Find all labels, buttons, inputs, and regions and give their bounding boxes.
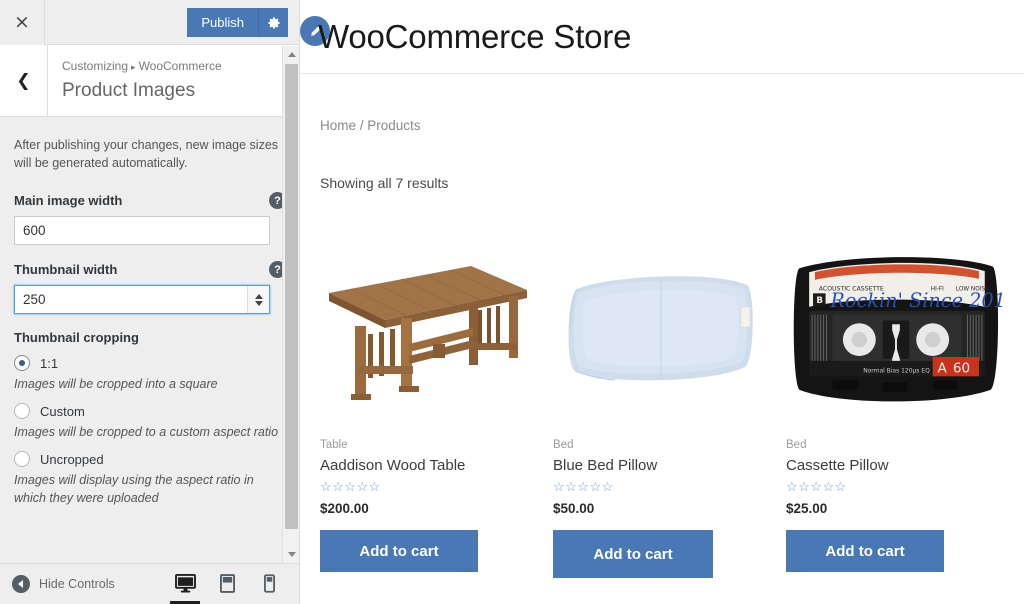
star-rating: ☆☆☆☆☆ [786,479,847,494]
publish-settings-button[interactable] [258,8,288,37]
breadcrumb-root[interactable]: Customizing [62,59,128,73]
gear-icon [267,16,280,29]
scroll-down-arrow-icon[interactable] [283,546,299,563]
product-card[interactable]: ACOUSTIC CASSETTE HI-FI LOW NOISE B Rock… [786,235,1024,578]
product-card[interactable]: Table Aaddison Wood Table ☆☆☆☆☆ $200.00 … [320,235,553,578]
radio-label: 1:1 [40,355,59,371]
sidebar-scrollbar[interactable] [282,46,299,563]
add-to-cart-button[interactable]: Add to cart [553,530,713,578]
device-tablet-button[interactable] [206,563,248,604]
cassette-side-label: B [816,296,823,306]
hide-controls-label: Hide Controls [39,577,115,591]
scroll-up-arrow-icon[interactable] [283,46,299,63]
customizer-sidebar: × Publish ❮ Customizing ▸ WooCommerce Pr… [0,0,300,604]
store-header: WooCommerce Store [300,0,1024,74]
site-title[interactable]: WooCommerce Store [318,18,631,56]
product-image[interactable]: ACOUSTIC CASSETTE HI-FI LOW NOISE B Rock… [786,235,1006,425]
panel-title-block: Customizing ▸ WooCommerce Product Images [48,45,222,116]
breadcrumb-separator-icon: ▸ [131,62,136,72]
mobile-icon [263,574,275,593]
publish-button[interactable]: Publish [187,8,258,37]
scrollbar-thumb[interactable] [285,64,298,529]
product-price: $25.00 [786,501,828,516]
device-preview-switcher [164,563,290,604]
cassette-tape-type: A [937,360,947,376]
product-name[interactable]: Blue Bed Pillow [553,457,768,474]
breadcrumb: Customizing ▸ WooCommerce [62,58,222,75]
radio-description: Images will be cropped to a custom aspec… [14,425,279,439]
product-grid: Table Aaddison Wood Table ☆☆☆☆☆ $200.00 … [320,235,1024,578]
back-button[interactable]: ❮ [0,45,48,116]
cassette-tape-length: 60 [953,360,970,376]
main-image-width-label: Main image width [14,193,123,208]
tablet-icon [219,574,235,593]
site-preview: WooCommerce Store Home / Products Showin… [300,0,1024,604]
product-category[interactable]: Table [320,439,535,451]
quantity-stepper[interactable] [247,286,269,313]
product-category[interactable]: Bed [553,439,768,451]
radio-label: Uncropped [40,451,104,467]
hide-controls-button[interactable]: Hide Controls [12,575,115,593]
breadcrumb-parent[interactable]: WooCommerce [139,59,222,73]
add-to-cart-button[interactable]: Add to cart [786,530,944,572]
radio-button[interactable] [14,451,30,467]
radio-button[interactable] [14,355,30,371]
customizer-footer: Hide Controls [0,563,299,604]
cassette-tape-pillow-icon: ACOUSTIC CASSETTE HI-FI LOW NOISE B Rock… [793,257,1006,402]
product-card[interactable]: Bed Blue Bed Pillow ☆☆☆☆☆ $50.00 Add to … [553,235,786,578]
radio-description: Images will display using the aspect rat… [14,473,254,505]
product-name[interactable]: Aaddison Wood Table [320,457,535,474]
wood-dining-table-icon [328,265,527,400]
thumbnail-width-label: Thumbnail width [14,262,118,277]
cassette-bottom-label: Normal Bias 120µs EQ [863,367,930,374]
stepper-up-icon[interactable] [254,293,263,299]
panel-body: After publishing your changes, new image… [0,118,299,563]
radio-label: Custom [40,403,85,419]
radio-button[interactable] [14,403,30,419]
product-name[interactable]: Cassette Pillow [786,457,1006,474]
radio-description: Images will be cropped into a square [14,377,218,391]
close-icon: × [14,11,30,33]
thumbnail-cropping-label: Thumbnail cropping [14,330,139,345]
shop-content: Home / Products Showing all 7 results Ta… [300,74,1024,578]
product-image[interactable] [320,235,535,425]
add-to-cart-button[interactable]: Add to cart [320,530,478,572]
publish-button-group: Publish [187,8,288,37]
thumbnail-width-label-row: Thumbnail width ? [14,261,286,278]
radio-option-custom[interactable]: Custom [14,403,286,419]
page-title: Product Images [62,80,196,101]
stepper-down-icon[interactable] [254,300,263,306]
panel-header: ❮ Customizing ▸ WooCommerce Product Images [0,45,299,117]
product-image[interactable] [553,235,768,425]
product-price: $50.00 [553,501,595,516]
star-rating: ☆☆☆☆☆ [320,479,381,494]
main-image-width-label-row: Main image width ? [14,192,286,209]
customizer-screen: × Publish ❮ Customizing ▸ WooCommerce Pr… [0,0,1024,604]
device-mobile-button[interactable] [248,563,290,604]
customizer-header: × Publish [0,0,299,45]
result-count: Showing all 7 results [320,175,449,191]
collapse-arrow-icon [12,575,30,593]
shop-breadcrumb[interactable]: Home / Products [320,118,1024,133]
close-customizer-button[interactable]: × [0,0,45,45]
device-desktop-button[interactable] [164,563,206,604]
cassette-handwriting: Rockin' Since 2010 [829,289,1006,312]
thumbnail-width-input[interactable] [14,285,270,314]
thumbnail-width-field [14,285,270,314]
panel-description: After publishing your changes, new image… [14,138,279,170]
desktop-icon [174,574,196,593]
main-image-width-input[interactable] [14,216,270,245]
radio-option-1-1[interactable]: 1:1 [14,355,286,371]
product-price: $200.00 [320,501,369,516]
star-rating: ☆☆☆☆☆ [553,479,614,494]
radio-option-uncropped[interactable]: Uncropped [14,451,286,467]
product-category[interactable]: Bed [786,439,1006,451]
chevron-left-icon: ❮ [16,70,31,91]
blue-pillow-icon [567,276,753,381]
